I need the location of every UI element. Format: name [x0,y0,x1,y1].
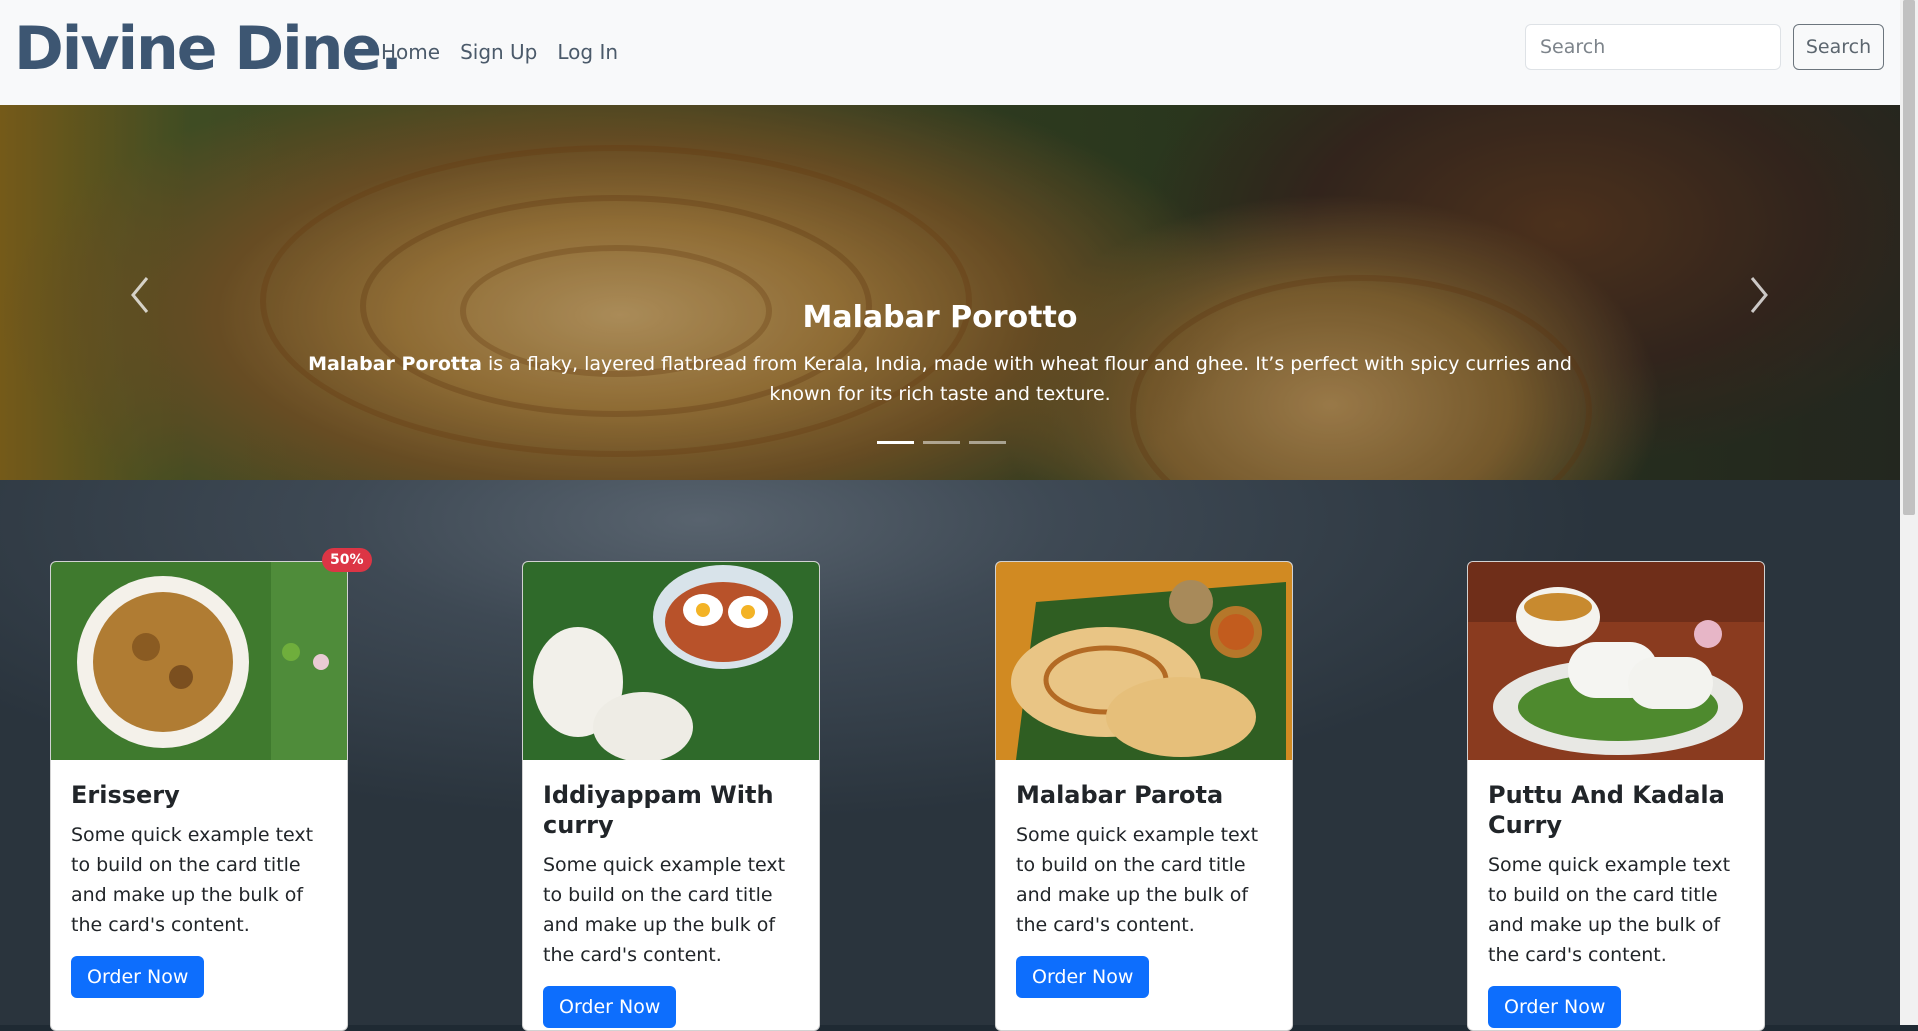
carousel-indicator-1[interactable] [877,441,914,444]
brand-logo[interactable]: Divine Dine. [14,14,403,84]
search-button[interactable]: Search [1793,24,1884,70]
menu-card-iddiyappam: Iddiyappam With curry Some quick example… [522,561,820,1031]
carousel-prev-button[interactable] [121,270,161,320]
menu-card-malabar-parota: Malabar Parota Some quick example text t… [995,561,1293,1031]
nav-link-home[interactable]: Home [381,40,440,64]
chevron-left-icon [131,277,149,313]
order-now-button[interactable]: Order Now [543,986,677,1028]
order-now-button[interactable]: Order Now [71,956,205,998]
card-text: Some quick example text to build on the … [71,824,314,936]
card-image [1468,562,1764,760]
carousel-next-button[interactable] [1738,270,1778,320]
order-now-button[interactable]: Order Now [1016,956,1150,998]
carousel-caption: Malabar Porotto Malabar Porotta is a fla… [280,300,1600,409]
menu-card-puttu-kadala: Puttu And Kadala Curry Some quick exampl… [1467,561,1765,1031]
menu-section: 50% Erissery Some quick example text to … [0,480,1900,1031]
carousel-indicators [877,441,1006,444]
discount-badge: 50% [322,548,372,572]
navbar: Divine Dine. Home Sign Up Log In Search [0,0,1900,105]
order-now-button[interactable]: Order Now [1488,986,1622,1028]
carousel-indicator-3[interactable] [969,441,1006,444]
nav-links: Home Sign Up Log In [381,40,618,64]
nav-link-log-in[interactable]: Log In [557,40,618,64]
card-title: Iddiyappam With curry [543,781,774,839]
carousel-title: Malabar Porotto [802,300,1078,335]
scrollbar-thumb[interactable] [1903,0,1915,515]
card-title: Malabar Parota [1016,781,1224,809]
page-scrollbar[interactable] [1900,0,1918,1025]
card-image [51,562,347,760]
carousel-description-bold: Malabar Porotta [308,353,482,375]
card-text: Some quick example text to build on the … [1016,824,1259,936]
carousel-description-text: is a flaky, layered flatbread from Keral… [481,353,1572,405]
menu-card-erissery: Erissery Some quick example text to buil… [50,561,348,1031]
carousel-indicator-2[interactable] [923,441,960,444]
search-input[interactable] [1525,24,1781,70]
chevron-right-icon [1750,277,1768,313]
nav-link-sign-up[interactable]: Sign Up [460,40,537,64]
card-title: Puttu And Kadala Curry [1488,781,1725,839]
card-image [996,562,1292,760]
card-text: Some quick example text to build on the … [543,854,786,966]
card-title: Erissery [71,781,180,809]
hero-carousel: Malabar Porotto Malabar Porotta is a fla… [0,105,1900,480]
card-image [523,562,819,760]
carousel-description: Malabar Porotta is a flaky, layered flat… [280,349,1600,409]
hero-overlay [0,105,1900,480]
card-text: Some quick example text to build on the … [1488,854,1731,966]
